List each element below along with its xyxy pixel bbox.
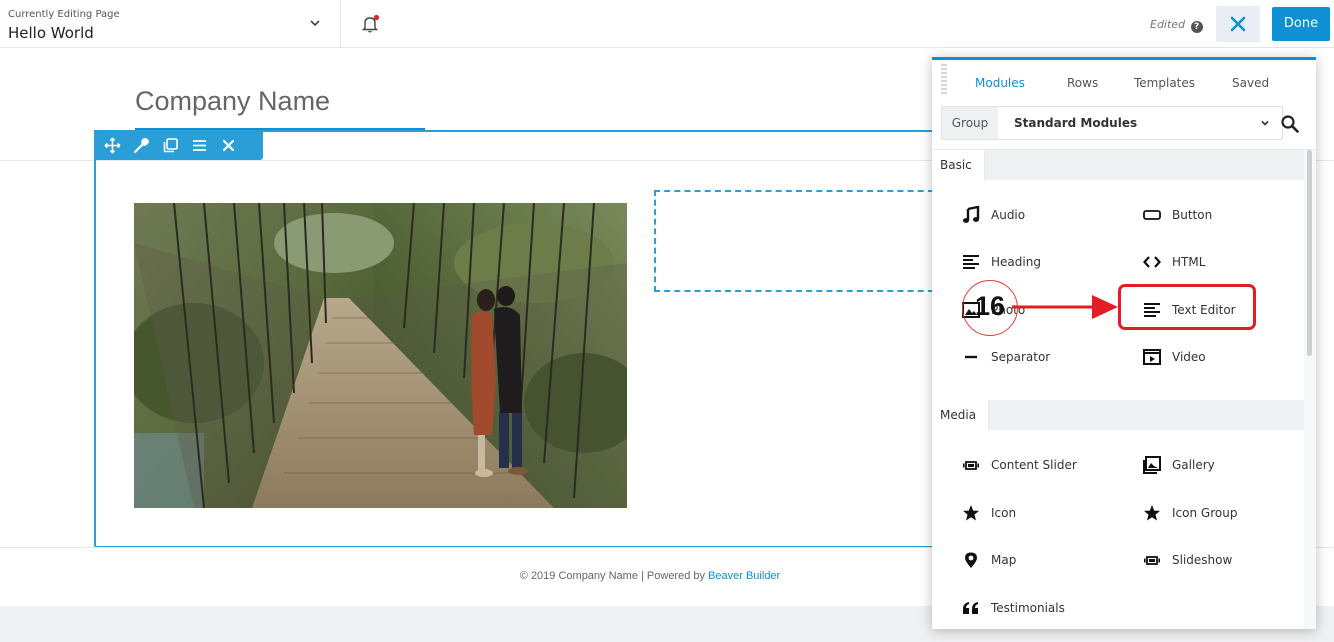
module-gallery[interactable]: Gallery	[1143, 453, 1215, 477]
heading-lines-icon	[963, 255, 979, 269]
section-title: Media	[932, 400, 990, 430]
module-audio[interactable]: Audio	[962, 203, 1025, 227]
module-content-slider[interactable]: Content Slider	[962, 453, 1077, 477]
tab-saved[interactable]: Saved	[1232, 76, 1269, 90]
module-testimonials[interactable]: Testimonials	[962, 596, 1065, 620]
separator-line-icon	[965, 355, 977, 359]
panel-scrollbar[interactable]	[1304, 150, 1316, 629]
module-label: Separator	[991, 350, 1051, 364]
annotation-highlight-box	[1118, 284, 1256, 330]
duplicate-icon[interactable]	[162, 137, 179, 154]
module-heading[interactable]: Heading	[962, 250, 1041, 274]
music-note-icon	[963, 206, 980, 223]
group-select[interactable]: Group Standard Modules	[941, 106, 1283, 140]
panel-drag-handle[interactable]	[941, 64, 947, 94]
help-icon[interactable]: ?	[1190, 21, 1203, 33]
module-html[interactable]: HTML	[1143, 250, 1205, 274]
slider-icon	[963, 461, 979, 470]
photo-image	[134, 203, 627, 508]
builder-top-bar: Currently Editing Page Hello World Edite…	[0, 0, 1334, 48]
close-icon	[1230, 16, 1246, 32]
scrollbar-thumb[interactable]	[1307, 150, 1312, 356]
site-title[interactable]: Company Name	[135, 86, 330, 117]
module-label: Audio	[991, 208, 1026, 222]
module-map[interactable]: Map	[962, 548, 1016, 572]
edited-label: Edited	[1150, 18, 1186, 31]
chevron-down-icon[interactable]	[308, 16, 322, 30]
map-pin-icon	[965, 552, 977, 568]
module-label: Gallery	[1172, 458, 1215, 472]
button-outline-icon	[1143, 210, 1161, 220]
notification-bell-icon[interactable]	[360, 14, 380, 34]
footer-copyright: © 2019 Company Name | Powered by	[519, 570, 709, 582]
video-icon	[1143, 349, 1161, 365]
module-icon[interactable]: Icon	[962, 501, 1016, 525]
module-label: Map	[991, 553, 1017, 567]
tab-templates[interactable]: Templates	[1134, 76, 1195, 90]
tab-modules[interactable]: Modules	[975, 76, 1025, 90]
close-builder-button[interactable]	[1216, 6, 1260, 42]
edited-status[interactable]: Edited ?	[1150, 18, 1203, 33]
empty-column-drop-zone[interactable]	[654, 190, 944, 292]
move-icon[interactable]	[104, 137, 121, 154]
search-icon[interactable]	[1280, 114, 1300, 134]
annotation-arrow-icon	[1012, 295, 1118, 319]
row-toolbar	[94, 130, 263, 160]
module-label: Testimonials	[991, 601, 1065, 615]
module-slideshow[interactable]: Slideshow	[1143, 548, 1232, 572]
module-video[interactable]: Video	[1143, 345, 1206, 369]
group-selected-value: Standard Modules	[1014, 116, 1138, 130]
panel-tabs: Modules Rows Templates Saved	[956, 76, 1296, 94]
code-brackets-icon	[1143, 256, 1161, 268]
module-label: Content Slider	[991, 458, 1077, 472]
done-button[interactable]: Done	[1272, 7, 1330, 41]
page-title[interactable]: Hello World	[8, 24, 94, 42]
slider-icon	[1144, 556, 1160, 565]
section-title: Basic	[932, 150, 985, 180]
menu-icon[interactable]	[191, 137, 208, 154]
section-header-media: Media	[932, 400, 1304, 430]
annotation-step-number: 16	[975, 291, 1006, 321]
module-button[interactable]: Button	[1143, 203, 1212, 227]
section-header-basic: Basic	[932, 150, 1304, 180]
star-icon	[1144, 505, 1160, 521]
module-separator[interactable]: Separator	[962, 345, 1050, 369]
star-icon	[963, 505, 979, 521]
toolbar-divider	[340, 0, 341, 48]
wrench-settings-icon[interactable]	[133, 137, 150, 154]
module-label: Slideshow	[1172, 553, 1233, 567]
group-label: Group	[942, 107, 998, 139]
module-label: Video	[1172, 350, 1206, 364]
content-panel: Modules Rows Templates Saved Group Stand…	[932, 57, 1316, 629]
tab-rows[interactable]: Rows	[1067, 76, 1098, 90]
module-label: Icon Group	[1172, 506, 1238, 520]
bridge-couple-photo[interactable]	[134, 203, 627, 508]
currently-editing-label: Currently Editing Page	[8, 9, 120, 20]
couple-figures	[471, 286, 528, 477]
chevron-down-icon	[1261, 120, 1269, 126]
module-label: Icon	[991, 506, 1017, 520]
footer-beaver-builder-link[interactable]: Beaver Builder	[708, 570, 780, 582]
module-label: Heading	[991, 255, 1041, 269]
gallery-icon	[1143, 456, 1161, 474]
module-icon-group[interactable]: Icon Group	[1143, 501, 1237, 525]
module-label: HTML	[1172, 255, 1206, 269]
quote-icon	[963, 602, 978, 614]
module-label: Button	[1172, 208, 1213, 222]
remove-icon[interactable]	[220, 137, 237, 154]
